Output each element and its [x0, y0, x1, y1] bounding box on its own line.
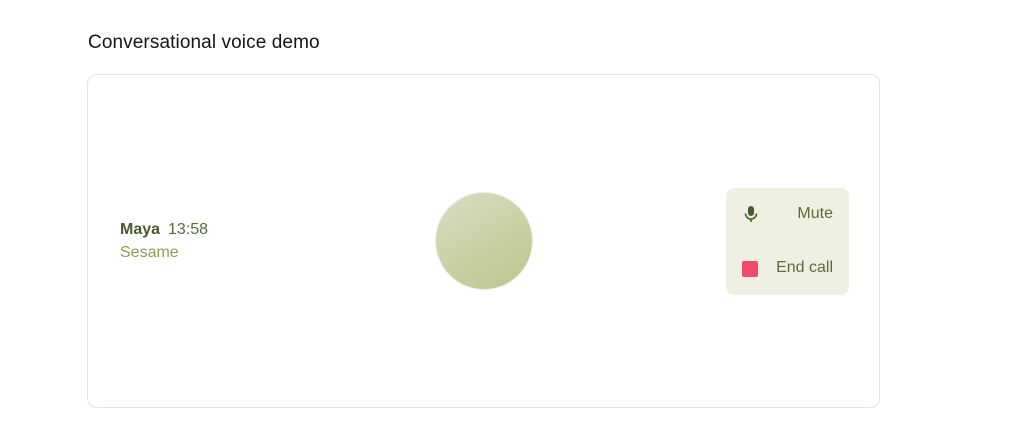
end-call-label: End call — [776, 259, 833, 276]
section-title: Conversational voice demo — [88, 32, 320, 53]
stop-square-icon — [742, 261, 758, 277]
page: Conversational voice demo Maya 13:58 Ses… — [0, 0, 1029, 444]
mute-label: Mute — [797, 205, 833, 222]
caller-info: Maya 13:58 Sesame — [120, 221, 208, 262]
call-timer: 13:58 — [168, 221, 209, 238]
voice-orb — [436, 193, 532, 289]
voice-demo-card: Maya 13:58 Sesame Mute End call — [87, 74, 880, 408]
microphone-icon — [744, 206, 758, 222]
call-controls-panel: Mute End call — [726, 188, 849, 295]
caller-row: Maya 13:58 — [120, 221, 208, 239]
mute-button[interactable]: Mute — [726, 196, 849, 232]
end-call-button[interactable]: End call — [726, 250, 849, 286]
caller-org: Sesame — [120, 244, 179, 261]
caller-name: Maya — [120, 221, 161, 238]
